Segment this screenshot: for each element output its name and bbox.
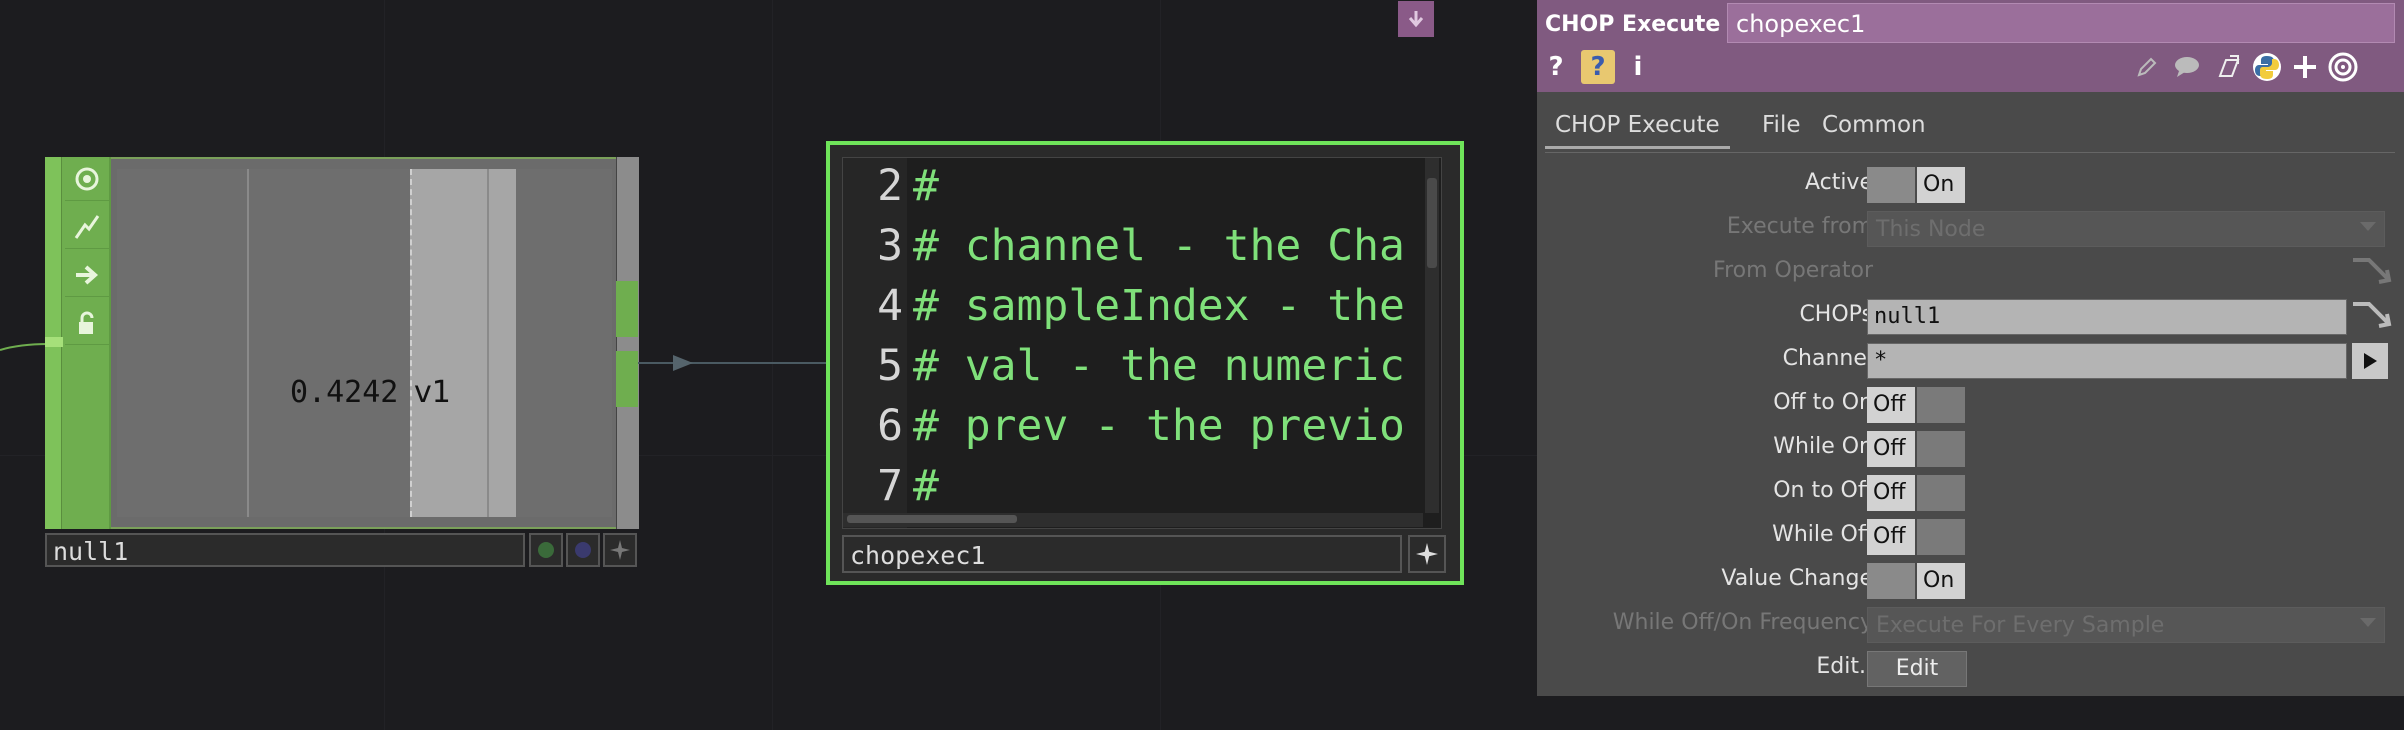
execute-from-menu[interactable]: This Node [1867, 211, 2385, 247]
operator-name: chopexec1 [1736, 10, 1866, 38]
render-flag-icon[interactable] [566, 533, 600, 567]
param-channel: Channel * [1537, 340, 2404, 380]
chop-execute-dat-node[interactable]: 2 # 3 # channel - the Cha 4 # sampleIndex -… [826, 141, 1464, 585]
drag-reference-icon[interactable] [2349, 256, 2393, 292]
input-wire [0, 343, 48, 351]
pencil-icon[interactable] [2130, 50, 2164, 84]
value-change-toggle[interactable]: On [1867, 563, 1965, 599]
sample-highlight [410, 169, 516, 517]
python-help-icon[interactable]: ? [1581, 50, 1615, 84]
channel-name: v1 [414, 375, 451, 410]
play-icon[interactable] [2352, 343, 2388, 379]
while-off-toggle[interactable]: Off [1867, 519, 1965, 555]
horizontal-scroll-thumb[interactable] [847, 515, 1017, 523]
parameter-tabs: CHOP Execute File Common [1545, 106, 2395, 153]
on-to-off-toggle[interactable]: Off [1867, 475, 1965, 511]
display-flag-icon[interactable] [529, 533, 563, 567]
param-edit: Edit.. Edit [1537, 648, 2404, 688]
output-strip [616, 157, 639, 529]
channel-viewer: 0.4242 v1 [117, 169, 612, 517]
output-connector[interactable] [616, 281, 638, 337]
grid-line [487, 169, 489, 517]
vertical-scroll-thumb[interactable] [1427, 178, 1437, 268]
channel-field[interactable]: * [1867, 343, 2347, 379]
while-on-toggle[interactable]: Off [1867, 431, 1965, 467]
chops-field[interactable]: null1 [1867, 299, 2347, 335]
param-from-operator: From Operator [1537, 252, 2404, 292]
viewer-icon[interactable] [65, 157, 109, 201]
operator-name-field[interactable]: chopexec1 [1727, 3, 2395, 43]
tab-file[interactable]: File [1752, 112, 1811, 146]
param-off-to-on: Off to On Off [1537, 384, 2404, 424]
node-name: null1 [53, 537, 129, 566]
export-icon[interactable] [65, 253, 109, 297]
param-execute-from: Execute from This Node [1537, 208, 2404, 248]
param-while-off: While Off Off [1537, 516, 2404, 556]
node-name: chopexec1 [850, 541, 986, 570]
param-active: Active On [1537, 164, 2404, 204]
node-name-bar[interactable]: null1 [45, 533, 525, 567]
lock-icon[interactable] [65, 301, 109, 345]
drag-reference-icon[interactable] [2349, 300, 2393, 336]
edit-button[interactable]: Edit [1867, 651, 1967, 687]
param-on-to-off: On to Off Off [1537, 472, 2404, 512]
parameter-panel: CHOP Execute chopexec1 ? ? i CHOP Execut… [1537, 0, 2404, 696]
null-chop-node[interactable]: 0.4242 v1 [45, 157, 639, 529]
node-link [638, 355, 838, 371]
param-frequency: While Off/On Frequency Execute For Every… [1537, 604, 2404, 644]
node-name-bar[interactable]: chopexec1 [842, 535, 1402, 573]
param-while-on: While On Off [1537, 428, 2404, 468]
info-icon[interactable]: i [1621, 50, 1655, 84]
active-toggle[interactable]: On [1867, 167, 1965, 203]
target-icon[interactable] [2326, 50, 2360, 84]
input-connector[interactable] [45, 337, 63, 347]
tab-common[interactable]: Common [1812, 112, 1936, 146]
collapse-down-icon[interactable] [1398, 1, 1434, 37]
frequency-menu[interactable]: Execute For Every Sample [1867, 607, 2385, 643]
operator-type: CHOP Execute [1545, 12, 1721, 37]
comment-icon[interactable] [2170, 50, 2204, 84]
python-icon[interactable] [2250, 50, 2284, 84]
grid-line [247, 169, 249, 517]
code-area: 2 # 3 # channel - the Cha 4 # sampleIndex -… [877, 161, 1405, 511]
tab-chop-execute[interactable]: CHOP Execute [1545, 112, 1730, 149]
param-value-change: Value Change On [1537, 560, 2404, 600]
panel-header: CHOP Execute chopexec1 ? ? i [1537, 0, 2404, 92]
help-icon[interactable]: ? [1539, 50, 1573, 84]
code-viewer: 2 # 3 # channel - the Cha 4 # sampleIndex -… [842, 157, 1442, 529]
channel-value: 0.4242 [290, 375, 399, 410]
sparkle-icon[interactable] [1408, 535, 1446, 573]
output-connector[interactable] [616, 351, 638, 407]
sparkle-icon[interactable] [603, 533, 637, 567]
off-to-on-toggle[interactable]: Off [1867, 387, 1965, 423]
clone-icon[interactable] [2212, 50, 2246, 84]
bypass-icon[interactable] [65, 205, 109, 249]
add-icon[interactable] [2288, 50, 2322, 84]
param-chops: CHOPs null1 [1537, 296, 2404, 336]
